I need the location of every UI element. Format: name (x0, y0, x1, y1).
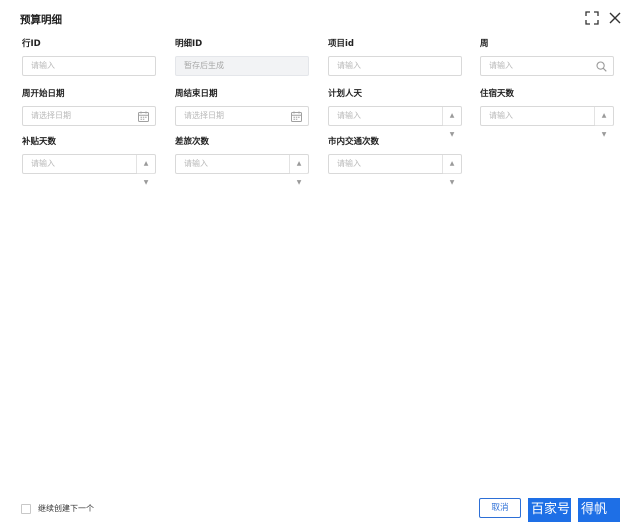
field-label: 周 (480, 39, 489, 49)
field-trip-count: 差旅次数 请输入 ▲ ▼ (175, 136, 309, 186)
allowance-days-input[interactable]: 请输入 ▲ ▼ (22, 154, 156, 186)
field-label: 明细ID (175, 39, 203, 49)
fullscreen-icon[interactable] (585, 10, 599, 25)
row-id-input[interactable]: 请输入 (22, 56, 156, 76)
checkbox-box[interactable] (21, 503, 31, 514)
chevron-down-icon[interactable]: ▼ (290, 173, 308, 192)
field-week-end: 周结束日期 请选择日期 (175, 88, 309, 126)
field-local-transport-count: 市内交通次数 请输入 ▲ ▼ (328, 136, 462, 186)
field-week-start: 周开始日期 请选择日期 (22, 88, 156, 126)
field-week: 周 请输入 (480, 38, 614, 76)
field-planned-days: 计划人天 请输入 ▲ ▼ (328, 88, 462, 138)
field-lodging-days: 住宿天数 请输入 ▲ ▼ (480, 88, 614, 138)
field-detail-id: 明细ID 暂存后生成 (175, 38, 309, 76)
field-label: 周结束日期 (175, 89, 218, 99)
field-label: 计划人天 (328, 89, 363, 99)
continue-create-label: 继续创建下一个 (38, 504, 94, 513)
chevron-down-icon[interactable]: ▼ (137, 173, 155, 192)
week-input[interactable]: 请输入 (480, 56, 614, 76)
number-placeholder: 请输入 (31, 159, 55, 168)
date-placeholder: 请选择日期 (184, 111, 224, 120)
field-label: 行ID (22, 39, 41, 49)
field-label: 补贴天数 (22, 137, 57, 147)
calendar-icon (291, 111, 302, 122)
local-transport-count-input[interactable]: 请输入 ▲ ▼ (328, 154, 462, 186)
search-icon[interactable] (596, 61, 607, 72)
number-stepper: ▲ ▼ (442, 155, 461, 186)
field-label: 市内交通次数 (328, 137, 380, 147)
detail-id-input: 暂存后生成 (175, 56, 309, 76)
field-label: 差旅次数 (175, 137, 210, 147)
field-allowance-days: 补贴天数 请输入 ▲ ▼ (22, 136, 156, 186)
trip-count-input[interactable]: 请输入 ▲ ▼ (175, 154, 309, 186)
field-label: 周开始日期 (22, 89, 65, 99)
planned-days-input[interactable]: 请输入 ▲ ▼ (328, 106, 462, 138)
field-project-id: 项目id 请输入 (328, 38, 462, 76)
chevron-up-icon[interactable]: ▲ (443, 107, 461, 125)
number-stepper: ▲ ▼ (289, 155, 308, 186)
close-icon[interactable] (608, 10, 622, 24)
lodging-days-input[interactable]: 请输入 ▲ ▼ (480, 106, 614, 138)
number-placeholder: 请输入 (184, 159, 208, 168)
save-button[interactable]: 百家号 (528, 498, 571, 522)
number-placeholder: 请输入 (337, 111, 361, 120)
chevron-down-icon[interactable]: ▼ (443, 173, 461, 192)
number-placeholder: 请输入 (337, 159, 361, 168)
week-end-date-picker[interactable]: 请选择日期 (175, 106, 309, 126)
chevron-up-icon[interactable]: ▲ (137, 155, 155, 173)
chevron-up-icon[interactable]: ▲ (443, 155, 461, 173)
date-placeholder: 请选择日期 (31, 111, 71, 120)
chevron-down-icon[interactable]: ▼ (595, 125, 613, 144)
chevron-up-icon[interactable]: ▲ (290, 155, 308, 173)
dialog-title: 预算明细 (20, 14, 62, 26)
week-placeholder: 请输入 (489, 61, 513, 70)
confirm-button[interactable]: 得帆 (578, 498, 620, 522)
week-start-date-picker[interactable]: 请选择日期 (22, 106, 156, 126)
number-stepper: ▲ ▼ (442, 107, 461, 138)
cancel-button[interactable]: 取消 (479, 498, 521, 518)
field-label: 项目id (328, 39, 354, 49)
number-stepper: ▲ ▼ (594, 107, 613, 138)
field-label: 住宿天数 (480, 89, 515, 99)
calendar-icon (138, 111, 149, 122)
chevron-up-icon[interactable]: ▲ (595, 107, 613, 125)
number-stepper: ▲ ▼ (136, 155, 155, 186)
field-row-id: 行ID 请输入 (22, 38, 156, 76)
continue-create-checkbox[interactable]: 继续创建下一个 (21, 503, 94, 514)
project-id-input[interactable]: 请输入 (328, 56, 462, 76)
number-placeholder: 请输入 (489, 111, 513, 120)
